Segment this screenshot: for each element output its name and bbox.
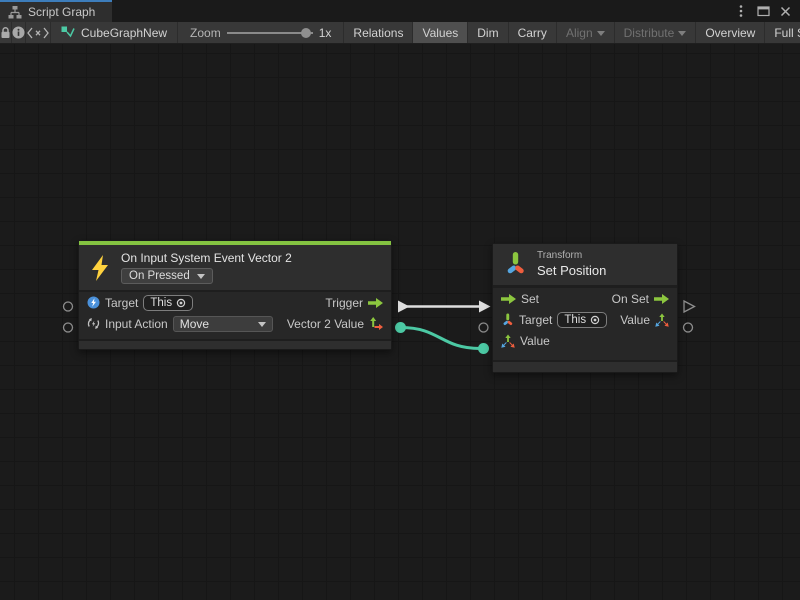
values-button[interactable]: Values [413, 22, 468, 43]
zoom-label: Zoom [190, 26, 221, 40]
event-target-icon [87, 296, 100, 309]
maximize-icon[interactable] [756, 4, 770, 18]
chevron-down-icon [197, 274, 205, 279]
transform-mini-icon [501, 313, 514, 327]
target-row: Target This Trigger [79, 292, 391, 313]
event-mode-dropdown[interactable]: On Pressed [121, 268, 213, 284]
node-title: On Input System Event Vector 2 [121, 251, 292, 265]
flow-arrow-icon [368, 298, 383, 308]
input-action-icon [87, 317, 100, 330]
port-value-output[interactable] [684, 323, 693, 332]
zoom-slider[interactable] [227, 28, 313, 38]
port-vector2-value-output[interactable] [395, 322, 406, 333]
vector2-value-label: Vector 2 Value [287, 317, 364, 331]
graph-name: CubeGraphNew [81, 26, 167, 40]
distribute-button[interactable]: Distribute [615, 22, 697, 43]
port-trigger-output[interactable] [398, 301, 410, 313]
lock-button[interactable] [0, 22, 12, 43]
object-picker-icon [590, 315, 600, 325]
port-input-action-input[interactable] [64, 323, 73, 332]
vector2-icon [369, 317, 383, 331]
node-on-input-system-event[interactable]: On Input System Event Vector 2 On Presse… [78, 240, 392, 350]
input-action-row: Input Action Move Vector 2 Value [79, 313, 391, 334]
dim-button[interactable]: Dim [468, 22, 508, 43]
node-header[interactable]: Transform Set Position [493, 244, 677, 285]
target-this-field[interactable]: This [143, 295, 193, 311]
close-icon[interactable] [778, 4, 792, 18]
graph-toolbar: CubeGraphNew Zoom 1x Relations Values Di… [0, 22, 800, 44]
info-icon [12, 26, 25, 39]
code-icon [26, 27, 50, 39]
set-row: Set On Set [493, 288, 677, 309]
target-this-field[interactable]: This [557, 312, 607, 328]
tabbar-spacer [112, 0, 734, 22]
node-footer [493, 360, 677, 372]
node-set-position[interactable]: Transform Set Position Set On Set [492, 243, 678, 373]
port-set-input[interactable] [479, 301, 491, 313]
target-label: Target [519, 313, 552, 327]
chevron-down-icon [597, 31, 605, 36]
menu-dots-icon[interactable] [734, 4, 748, 18]
node-header[interactable]: On Input System Event Vector 2 On Presse… [79, 245, 391, 290]
zoom-slider-knob[interactable] [301, 28, 311, 38]
lock-icon [0, 26, 11, 39]
target-label: Target [105, 296, 138, 310]
value-out-label: Value [620, 313, 650, 327]
vector3-icon [501, 334, 515, 348]
graph-name-section[interactable]: CubeGraphNew [51, 22, 178, 43]
value-row: Value [493, 330, 677, 351]
tab-title: Script Graph [28, 5, 95, 19]
node-title: Set Position [537, 263, 606, 278]
input-action-label: Input Action [105, 317, 168, 331]
flow-arrow-icon [654, 294, 669, 304]
port-set-value-input[interactable] [478, 343, 489, 354]
graph-icon [61, 26, 75, 39]
code-view-button[interactable] [26, 22, 51, 43]
value-in-label: Value [520, 334, 550, 348]
flow-arrow-icon [501, 294, 516, 304]
vector3-icon [655, 313, 669, 327]
relations-button[interactable]: Relations [344, 22, 413, 43]
port-target-input[interactable] [64, 302, 73, 311]
tab-script-graph[interactable]: Script Graph [0, 0, 112, 22]
full-screen-button[interactable]: Full Screen [765, 22, 800, 43]
port-set-target-input[interactable] [479, 323, 488, 332]
trigger-label: Trigger [325, 296, 363, 310]
align-button[interactable]: Align [557, 22, 615, 43]
script-graph-window: Script Graph [0, 0, 800, 600]
zoom-control: Zoom 1x [178, 22, 344, 43]
set-label: Set [521, 292, 539, 306]
node-category: Transform [537, 250, 606, 261]
wire-vector2-to-value[interactable] [401, 328, 480, 349]
chevron-down-icon [678, 31, 686, 36]
on-set-label: On Set [612, 292, 649, 306]
transform-axes-icon [503, 251, 527, 277]
info-button[interactable] [12, 22, 26, 43]
lightning-bolt-icon [89, 255, 111, 281]
input-action-dropdown[interactable]: Move [173, 316, 273, 332]
graph-canvas[interactable]: On Input System Event Vector 2 On Presse… [0, 44, 800, 600]
script-graph-icon [8, 6, 22, 19]
node-footer [79, 339, 391, 349]
zoom-value: 1x [319, 26, 332, 40]
overview-button[interactable]: Overview [696, 22, 765, 43]
zoom-slider-track [227, 32, 313, 34]
port-on-set-output[interactable] [684, 301, 695, 312]
chevron-down-icon [258, 322, 266, 327]
tab-bar: Script Graph [0, 0, 800, 22]
object-picker-icon [176, 298, 186, 308]
carry-button[interactable]: Carry [509, 22, 557, 43]
target-row: Target This Value [493, 309, 677, 330]
